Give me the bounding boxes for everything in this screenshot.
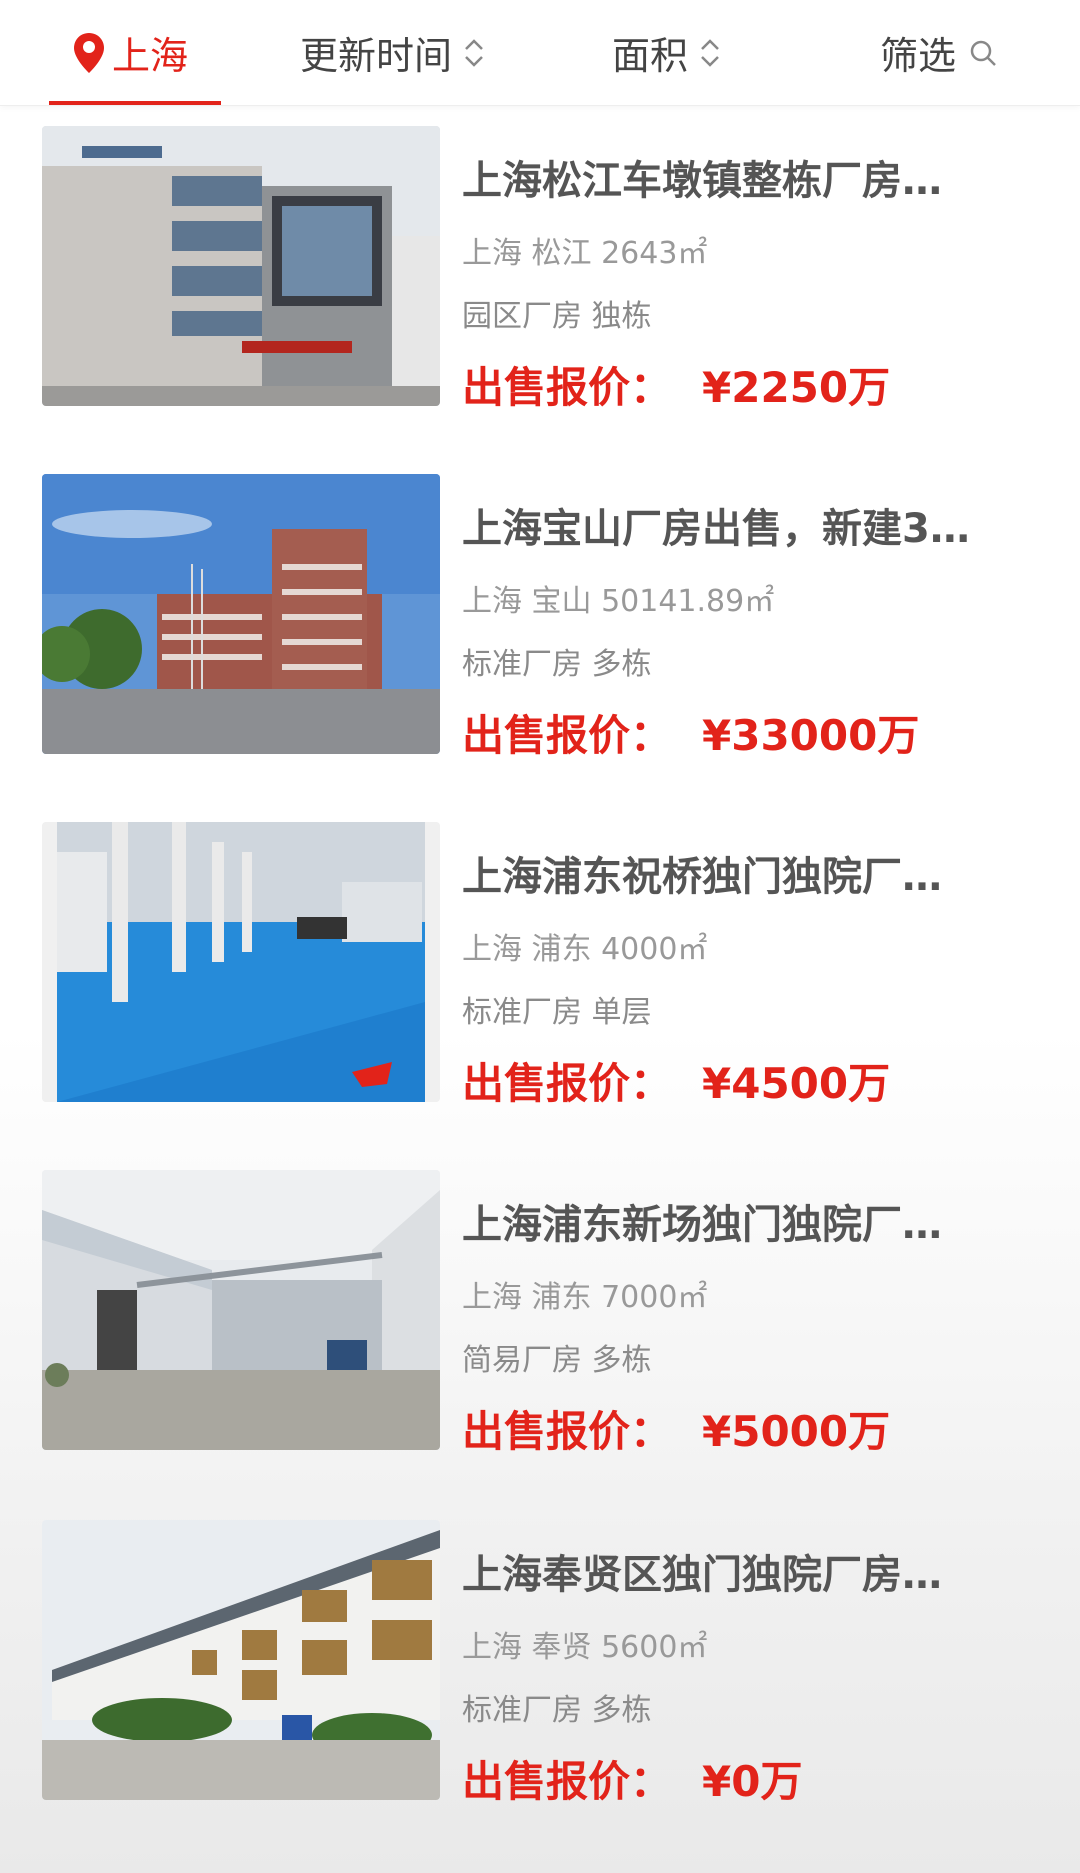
listing-tags: 园区厂房 独栋 xyxy=(462,299,652,334)
listing-card[interactable]: 上海浦东新场独门独院厂… 上海 浦东 7000㎡ 简易厂房 多栋 出售报价： ¥5… xyxy=(0,1170,1080,1470)
listing-photo[interactable] xyxy=(42,126,440,406)
listing-title[interactable]: 上海浦东新场独门独院厂… xyxy=(462,1192,1022,1250)
listing-card[interactable]: 上海松江车墩镇整栋厂房… 上海 松江 2643㎡ 园区厂房 独栋 出售报价： ¥2… xyxy=(0,126,1080,426)
tab-city[interactable]: 上海 xyxy=(72,0,188,105)
listing-location-area: 上海 松江 2643㎡ xyxy=(462,236,708,271)
price-value: ¥4500万 xyxy=(702,1059,891,1108)
search-icon xyxy=(970,40,996,66)
price-label: 出售报价： xyxy=(462,363,673,412)
sort-updown-icon xyxy=(701,38,719,67)
listing-card[interactable]: 上海浦东祝桥独门独院厂… 上海 浦东 4000㎡ 标准厂房 单层 出售报价： ¥4… xyxy=(0,822,1080,1122)
price-value: ¥33000万 xyxy=(702,711,920,760)
listing-tags: 简易厂房 多栋 xyxy=(462,1343,652,1378)
price-label: 出售报价： xyxy=(462,1757,673,1806)
listing-price: 出售报价： ¥2250万 xyxy=(462,354,890,415)
listing-price: 出售报价： ¥33000万 xyxy=(462,702,919,763)
listing-location-area: 上海 浦东 4000㎡ xyxy=(462,932,708,967)
price-label: 出售报价： xyxy=(462,1407,673,1456)
price-label: 出售报价： xyxy=(462,711,673,760)
listing-tags: 标准厂房 多栋 xyxy=(462,647,652,682)
listing-photo[interactable] xyxy=(42,822,440,1102)
listing-photo[interactable] xyxy=(42,1170,440,1450)
listing-tags: 标准厂房 多栋 xyxy=(462,1693,652,1728)
listing-photo[interactable] xyxy=(42,1520,440,1800)
listing-price: 出售报价： ¥4500万 xyxy=(462,1050,890,1111)
price-value: ¥0万 xyxy=(702,1757,803,1806)
price-value: ¥5000万 xyxy=(702,1407,891,1456)
listing-price: 出售报价： ¥5000万 xyxy=(462,1398,890,1459)
price-value: ¥2250万 xyxy=(702,363,891,412)
filter-bar: 上海 更新时间 面积 筛选 xyxy=(0,0,1080,106)
listing-card[interactable]: 上海奉贤区独门独院厂房… 上海 奉贤 5600㎡ 标准厂房 多栋 出售报价： ¥0… xyxy=(0,1520,1080,1820)
listing-tags: 标准厂房 单层 xyxy=(462,995,652,1030)
price-label: 出售报价： xyxy=(462,1059,673,1108)
active-tab-indicator xyxy=(49,101,221,105)
sort-time-label: 更新时间 xyxy=(300,34,453,78)
tab-sort-area[interactable]: 面积 xyxy=(612,0,722,105)
listing-title[interactable]: 上海松江车墩镇整栋厂房… xyxy=(462,148,1022,206)
sort-updown-icon xyxy=(465,38,483,67)
listing-title[interactable]: 上海奉贤区独门独院厂房… xyxy=(462,1542,1022,1600)
sort-area-label: 面积 xyxy=(612,34,689,78)
location-pin-icon xyxy=(74,32,104,73)
listing-price: 出售报价： ¥0万 xyxy=(462,1748,802,1809)
listing-location-area: 上海 奉贤 5600㎡ xyxy=(462,1630,708,1665)
listing-location-area: 上海 浦东 7000㎡ xyxy=(462,1280,708,1315)
tab-filter[interactable]: 筛选 xyxy=(880,0,998,105)
tab-sort-update-time[interactable]: 更新时间 xyxy=(300,0,486,105)
listing-title[interactable]: 上海宝山厂房出售，新建3… xyxy=(462,496,1022,554)
listing-photo[interactable] xyxy=(42,474,440,754)
listing-card[interactable]: 上海宝山厂房出售，新建3… 上海 宝山 50141.89㎡ 标准厂房 多栋 出售… xyxy=(0,474,1080,774)
filter-label: 筛选 xyxy=(880,34,957,78)
listing-title[interactable]: 上海浦东祝桥独门独院厂… xyxy=(462,844,1022,902)
city-label: 上海 xyxy=(112,34,189,78)
listing-location-area: 上海 宝山 50141.89㎡ xyxy=(462,584,775,619)
